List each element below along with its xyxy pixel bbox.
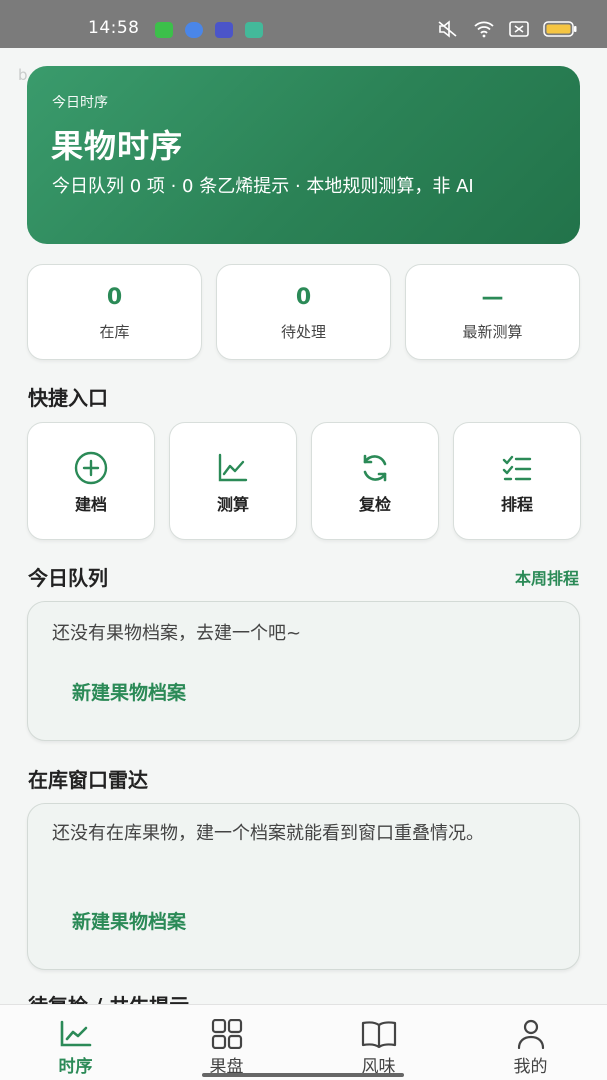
quick-label: 排程 — [500, 495, 533, 514]
app-notification-icon — [185, 22, 203, 38]
wifi-icon — [473, 20, 495, 42]
stat-pending[interactable]: 0 待处理 — [216, 264, 391, 360]
app-notification-icon — [215, 22, 233, 38]
stat-label: 最新测算 — [462, 323, 523, 341]
tab-me[interactable]: 我的 — [455, 1005, 606, 1080]
today-queue-empty-card: 还没有果物档案，去建一个吧~ 新建果物档案 — [27, 601, 580, 741]
battery-icon — [543, 21, 577, 41]
status-time: 14:58 — [88, 18, 140, 38]
add-circle-icon — [28, 451, 154, 485]
stat-value: 0 — [106, 285, 123, 310]
grid-icon — [151, 1019, 302, 1053]
app-notification-icon — [155, 22, 173, 38]
line-chart-icon — [0, 1019, 151, 1053]
empty-message: 还没有在库果物，建一个档案就能看到窗口重叠情况。 — [52, 823, 484, 844]
new-fruit-record-button[interactable]: 新建果物档案 — [72, 678, 186, 705]
stat-value: — — [481, 285, 504, 310]
quick-label: 测算 — [216, 495, 249, 514]
tab-label: 时序 — [58, 1057, 93, 1077]
stat-latest-calc[interactable]: — 最新测算 — [405, 264, 580, 360]
bottom-tab-bar: 时序 果盘 风味 我的 — [0, 1004, 607, 1080]
tab-flavor[interactable]: 风味 — [303, 1005, 454, 1080]
stat-value: 0 — [295, 285, 312, 310]
quick-create-button[interactable]: 建档 — [27, 422, 155, 540]
week-schedule-link[interactable]: 本周排程 — [515, 565, 579, 589]
user-icon — [455, 1019, 606, 1053]
hero-banner: 今日时序 果物时序 今日队列 0 项 · 0 条乙烯提示 · 本地规则测算，非 … — [27, 66, 580, 244]
book-icon — [303, 1019, 454, 1053]
checklist-icon — [454, 451, 580, 483]
quick-schedule-button[interactable]: 排程 — [453, 422, 581, 540]
empty-message: 还没有果物档案，去建一个吧~ — [52, 623, 302, 644]
stat-label: 在库 — [99, 323, 130, 341]
today-queue-title: 今日队列 — [28, 566, 108, 590]
quick-entry-title: 快捷入口 — [28, 386, 108, 410]
refresh-icon — [312, 451, 438, 483]
line-chart-icon — [170, 451, 296, 483]
hero-kicker: 今日时序 — [52, 95, 108, 111]
hero-subtitle: 今日队列 0 项 · 0 条乙烯提示 · 本地规则测算，非 AI — [52, 176, 474, 197]
quick-recheck-button[interactable]: 复检 — [311, 422, 439, 540]
tab-timeline[interactable]: 时序 — [0, 1005, 151, 1080]
hero-title: 果物时序 — [51, 127, 184, 165]
stat-label: 待处理 — [280, 323, 326, 341]
mute-icon — [437, 20, 459, 42]
home-indicator[interactable] — [202, 1073, 404, 1077]
status-bar: 14:58 — [0, 0, 607, 48]
radar-title: 在库窗口雷达 — [28, 768, 148, 792]
new-fruit-record-button[interactable]: 新建果物档案 — [72, 907, 186, 934]
quick-label: 复检 — [358, 495, 391, 514]
stat-in-stock[interactable]: 0 在库 — [27, 264, 202, 360]
sim-icon — [509, 21, 529, 41]
quick-calc-button[interactable]: 测算 — [169, 422, 297, 540]
radar-empty-card: 还没有在库果物，建一个档案就能看到窗口重叠情况。 新建果物档案 — [27, 803, 580, 970]
quick-label: 建档 — [74, 495, 107, 514]
app-notification-icon — [245, 22, 263, 38]
stats-row: 0 在库 0 待处理 — 最新测算 — [27, 264, 580, 360]
tab-fruit-plate[interactable]: 果盘 — [151, 1005, 302, 1080]
tab-label: 我的 — [513, 1057, 548, 1077]
